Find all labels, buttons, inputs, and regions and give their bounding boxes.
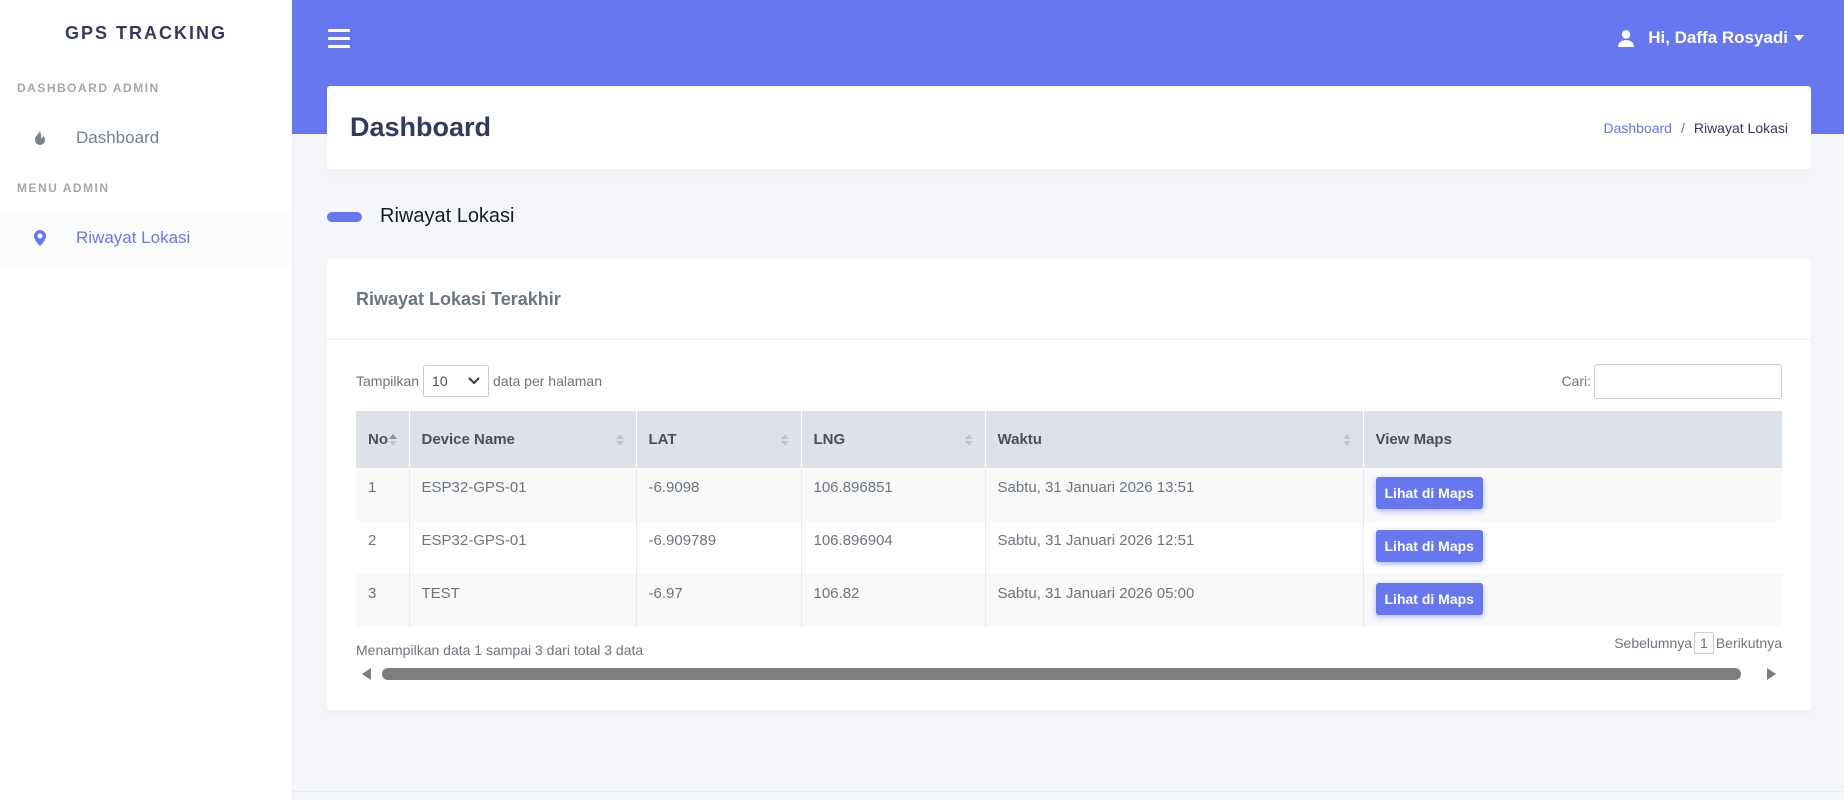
column-header-no[interactable]: No bbox=[356, 411, 410, 468]
cell-lng: 106.82 bbox=[801, 574, 986, 627]
cell-no: 2 bbox=[356, 521, 410, 574]
table-header-row: No Device Name LAT LNG Waktu View Maps bbox=[356, 411, 1782, 468]
length-suffix: data per halaman bbox=[493, 373, 602, 389]
cell-device-name: ESP32-GPS-01 bbox=[409, 521, 637, 574]
menu-toggle-icon[interactable] bbox=[328, 29, 350, 51]
page-length-select[interactable]: 10 bbox=[423, 365, 490, 397]
history-card: Riwayat Lokasi Terakhir Tampilkan 10 dat… bbox=[327, 259, 1811, 710]
pagination-next[interactable]: Berikutnya bbox=[1716, 635, 1782, 651]
search-input[interactable] bbox=[1594, 363, 1782, 399]
view-maps-button[interactable]: Lihat di Maps bbox=[1375, 583, 1483, 615]
breadcrumb: Dashboard / Riwayat Lokasi bbox=[1603, 120, 1788, 136]
map-marker-icon bbox=[30, 228, 50, 248]
cell-lat: -6.9098 bbox=[636, 468, 802, 521]
view-maps-button[interactable]: Lihat di Maps bbox=[1375, 477, 1483, 509]
scroll-right-icon[interactable] bbox=[1767, 668, 1776, 680]
history-table: No Device Name LAT LNG Waktu View Maps 1… bbox=[356, 411, 1782, 627]
column-header-device-name[interactable]: Device Name bbox=[409, 411, 637, 468]
user-icon bbox=[1618, 29, 1635, 47]
breadcrumb-link-dashboard[interactable]: Dashboard bbox=[1603, 120, 1672, 136]
search-label: Cari: bbox=[1561, 373, 1591, 389]
fire-icon bbox=[30, 128, 50, 148]
table-info: Menampilkan data 1 sampai 3 dari total 3… bbox=[356, 642, 644, 658]
breadcrumb-separator: / bbox=[1680, 119, 1685, 136]
sort-icon bbox=[1342, 433, 1351, 446]
scrollbar-thumb[interactable] bbox=[382, 668, 1741, 680]
sidebar-item-label: Dashboard bbox=[76, 128, 160, 147]
cell-waktu: Sabtu, 31 Januari 2026 12:51 bbox=[985, 521, 1364, 574]
menu-header-dashboard-admin: DASHBOARD ADMIN bbox=[17, 81, 160, 95]
breadcrumb-current: Riwayat Lokasi bbox=[1693, 119, 1788, 136]
card-title: Riwayat Lokasi Terakhir bbox=[356, 288, 561, 309]
cell-view-maps: Lihat di Maps bbox=[1363, 468, 1782, 521]
sidebar-item-dashboard[interactable]: Dashboard bbox=[0, 110, 292, 166]
sort-icon bbox=[780, 433, 789, 446]
cell-no: 1 bbox=[356, 468, 410, 521]
cell-device-name: TEST bbox=[409, 574, 637, 627]
pagination-previous[interactable]: Sebelumnya bbox=[1614, 635, 1692, 651]
cell-view-maps: Lihat di Maps bbox=[1363, 574, 1782, 627]
length-prefix: Tampilkan bbox=[356, 373, 420, 389]
page-length-control: Tampilkan 10 data per halaman bbox=[356, 365, 602, 397]
brand-logo-text[interactable]: GPS TRACKING bbox=[0, 0, 292, 66]
section-title-text: Riwayat Lokasi bbox=[380, 205, 515, 227]
view-maps-button[interactable]: Lihat di Maps bbox=[1375, 530, 1483, 562]
section-header: Dashboard Dashboard / Riwayat Lokasi bbox=[327, 86, 1811, 169]
section-title-accent bbox=[327, 211, 362, 222]
sort-icon bbox=[964, 433, 973, 446]
sidebar-item-riwayat-lokasi[interactable]: Riwayat Lokasi bbox=[0, 210, 292, 266]
cell-lat: -6.909789 bbox=[636, 521, 802, 574]
pagination: Sebelumnya 1 Berikutnya bbox=[1614, 632, 1782, 654]
table-row: 2 ESP32-GPS-01 -6.909789 106.896904 Sabt… bbox=[356, 521, 1782, 574]
horizontal-scrollbar[interactable] bbox=[356, 665, 1782, 683]
pagination-page-1[interactable]: 1 bbox=[1694, 632, 1714, 654]
section-title: Riwayat Lokasi bbox=[327, 205, 515, 228]
search-control: Cari: bbox=[1561, 363, 1782, 399]
cell-lng: 106.896851 bbox=[801, 468, 986, 521]
sidebar: GPS TRACKING DASHBOARD ADMIN Dashboard M… bbox=[0, 0, 292, 800]
cell-waktu: Sabtu, 31 Januari 2026 05:00 bbox=[985, 574, 1364, 627]
column-header-lat[interactable]: LAT bbox=[636, 411, 802, 468]
menu-header-menu-admin: MENU ADMIN bbox=[17, 181, 110, 195]
user-greeting: Hi, Daffa Rosyadi bbox=[1648, 28, 1788, 47]
cell-lat: -6.97 bbox=[636, 574, 802, 627]
table-row: 3 TEST -6.97 106.82 Sabtu, 31 Januari 20… bbox=[356, 574, 1782, 627]
cell-device-name: ESP32-GPS-01 bbox=[409, 468, 637, 521]
column-header-waktu[interactable]: Waktu bbox=[985, 411, 1364, 468]
cell-view-maps: Lihat di Maps bbox=[1363, 521, 1782, 574]
sort-icon bbox=[388, 433, 397, 446]
table-controls: Tampilkan 10 data per halaman Cari: bbox=[356, 363, 1782, 399]
cell-no: 3 bbox=[356, 574, 410, 627]
page-length-value: 10 bbox=[432, 373, 448, 389]
footer-divider bbox=[292, 791, 1844, 792]
sort-icon bbox=[615, 433, 624, 446]
caret-down-icon bbox=[1794, 35, 1804, 41]
card-header: Riwayat Lokasi Terakhir bbox=[327, 259, 1811, 340]
column-header-view-maps: View Maps bbox=[1375, 431, 1452, 448]
table-row: 1 ESP32-GPS-01 -6.9098 106.896851 Sabtu,… bbox=[356, 468, 1782, 521]
cell-lng: 106.896904 bbox=[801, 521, 986, 574]
cell-waktu: Sabtu, 31 Januari 2026 13:51 bbox=[985, 468, 1364, 521]
column-header-lng[interactable]: LNG bbox=[801, 411, 986, 468]
chevron-down-icon bbox=[468, 377, 480, 385]
page-title: Dashboard bbox=[350, 112, 492, 142]
scroll-left-icon[interactable] bbox=[362, 668, 371, 680]
user-dropdown[interactable]: Hi, Daffa Rosyadi bbox=[1618, 28, 1804, 48]
sidebar-item-label: Riwayat Lokasi bbox=[76, 228, 191, 247]
